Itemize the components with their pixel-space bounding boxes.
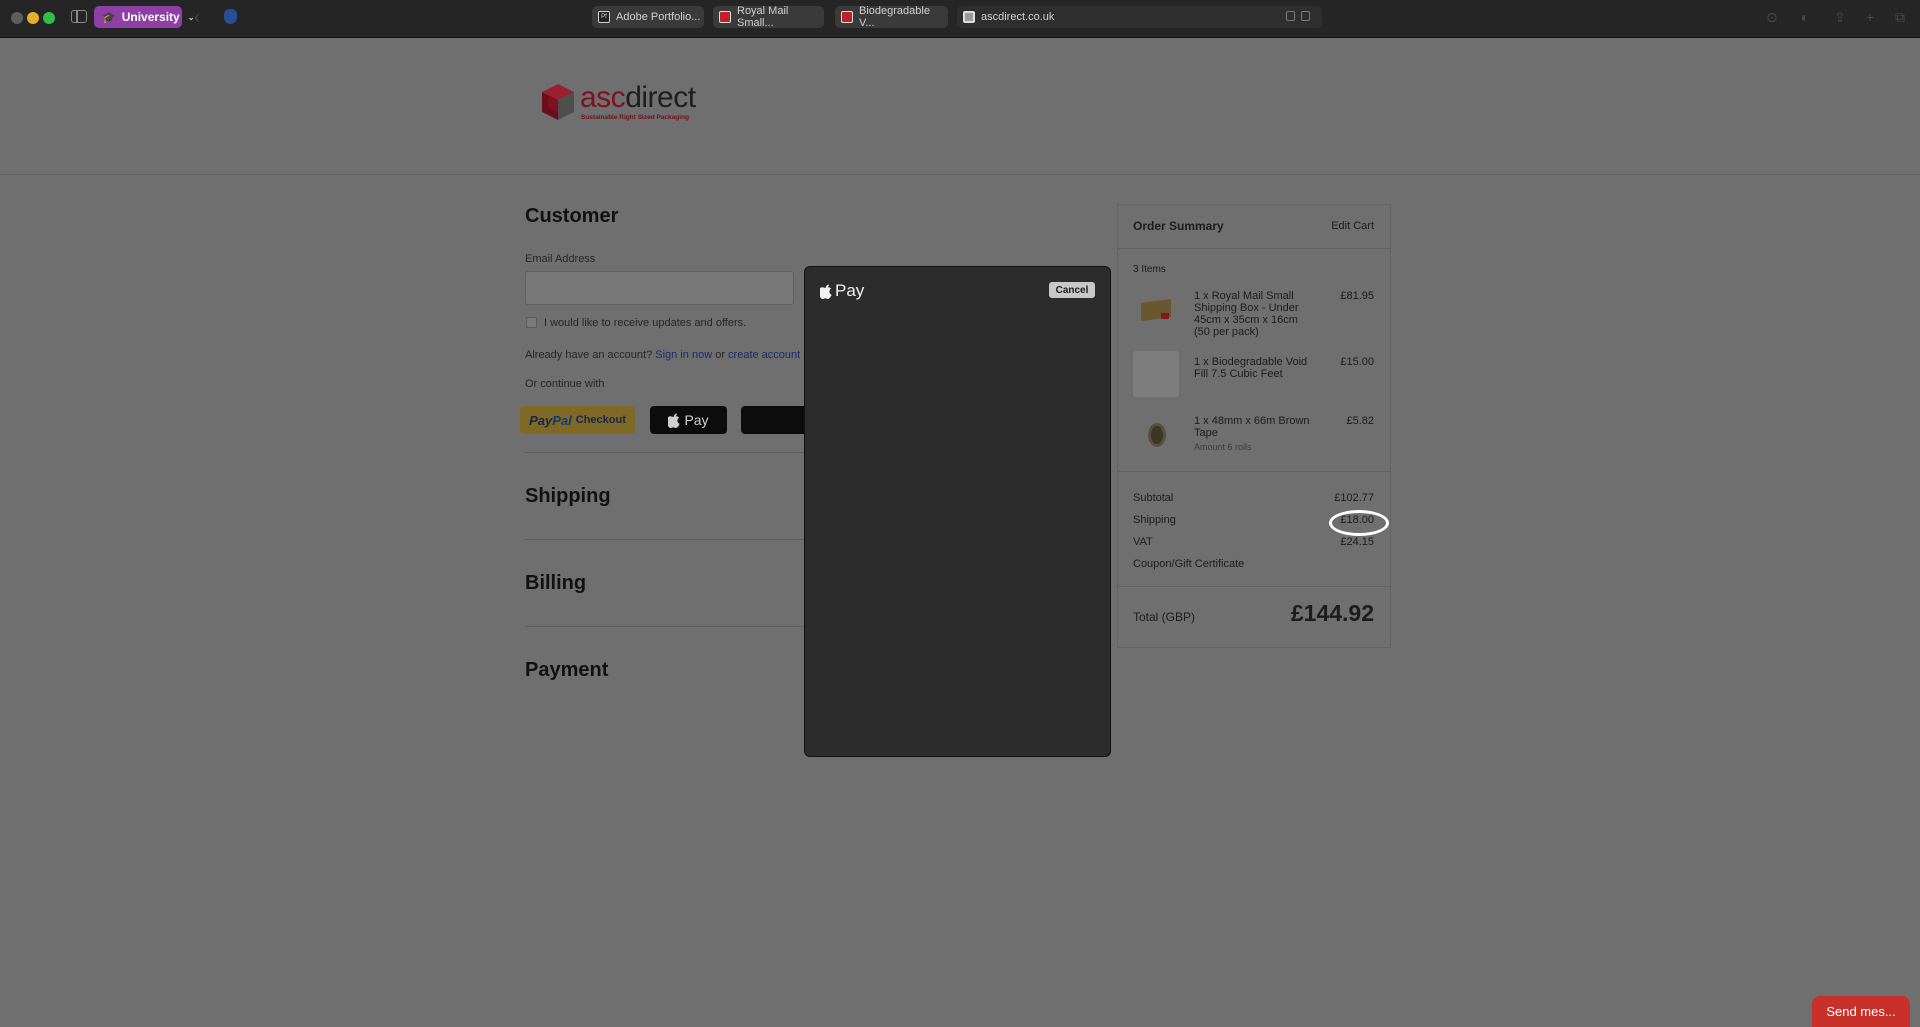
logo-cube-icon: [540, 82, 576, 122]
payment-heading[interactable]: Payment: [525, 659, 608, 682]
summary-divider: [1118, 586, 1390, 587]
send-message-chat-button[interactable]: Send mes...: [1812, 996, 1910, 1027]
order-summary-title: Order Summary: [1133, 219, 1224, 233]
item-price: £81.95: [1340, 290, 1374, 302]
downloads-icon[interactable]: ⊙: [1764, 9, 1780, 25]
shipping-highlight-circle: [1329, 510, 1389, 536]
section-divider: [525, 539, 805, 540]
billing-heading[interactable]: Billing: [525, 572, 586, 595]
window-close-button[interactable]: [11, 12, 23, 24]
customer-heading: Customer: [525, 205, 619, 227]
item-price: £5.82: [1346, 415, 1374, 427]
sidebar-toggle-icon[interactable]: [71, 10, 87, 23]
cancel-button[interactable]: Cancel: [1049, 282, 1095, 298]
item-price: £15.00: [1340, 356, 1374, 368]
google-pay-button[interactable]: [741, 406, 811, 434]
tab-biodegradable[interactable]: Biodegradable V...: [835, 5, 948, 29]
continue-with-label: Or continue with: [525, 378, 605, 390]
section-divider: [525, 452, 805, 453]
tab-label: Adobe Portfolio...: [616, 11, 701, 23]
royal-mail-favicon-icon: [841, 11, 853, 23]
create-account-link[interactable]: create account: [728, 349, 800, 361]
reader-icon[interactable]: [1301, 11, 1310, 21]
item-name: 1 x Royal Mail Small Shipping Box - Unde…: [1194, 290, 1299, 338]
profile-switcher[interactable]: 🎓 University ⌄: [94, 6, 194, 28]
graduation-cap-icon: 🎓: [102, 11, 116, 24]
apple-pay-title: Pay: [835, 281, 865, 300]
new-tab-icon[interactable]: +: [1862, 9, 1878, 25]
newsletter-checkbox[interactable]: [526, 317, 537, 328]
items-count: 3 Items: [1133, 264, 1166, 275]
item-name: 1 x 48mm x 66m Brown Tape: [1194, 415, 1310, 439]
or-text: or: [715, 349, 725, 361]
vat-label: VAT: [1133, 536, 1153, 548]
window-maximize-button[interactable]: [43, 12, 55, 24]
product-thumbnail-box: [1133, 287, 1179, 333]
item-option: Amount 6 rolls: [1194, 442, 1252, 452]
tab-label: Royal Mail Small...: [737, 5, 789, 29]
total-value: £144.92: [1290, 600, 1374, 626]
site-header: ascdirect Sustainable Right Sized Packag…: [0, 38, 1920, 175]
sign-in-link[interactable]: Sign in now: [655, 349, 712, 361]
product-thumbnail-void-fill: [1133, 351, 1179, 397]
ascdirect-favicon-icon: [963, 11, 975, 23]
summary-divider: [1118, 471, 1390, 472]
email-label: Email Address: [525, 253, 596, 265]
browser-titlebar: 🎓 University ⌄ ‹ Pf Adobe Portfolio... R…: [0, 0, 1920, 38]
paypal-checkout-button[interactable]: PayPal Checkout: [520, 406, 635, 434]
shipping-heading[interactable]: Shipping: [525, 485, 611, 508]
apple-pay-logo: Pay: [820, 281, 864, 301]
total-label: Total (GBP): [1133, 610, 1196, 624]
email-field[interactable]: [525, 271, 794, 305]
order-summary: Order Summary Edit Cart 3 Items 1 x Roya…: [1117, 204, 1391, 648]
royal-mail-favicon-icon: [719, 11, 731, 23]
tab-royal-mail[interactable]: Royal Mail Small...: [713, 5, 824, 29]
apple-icon: [820, 284, 832, 299]
account-prefix: Already have an account?: [525, 349, 653, 361]
newsletter-label: I would like to receive updates and offe…: [544, 317, 747, 329]
translate-icon[interactable]: [1286, 11, 1295, 21]
subtotal-label: Subtotal: [1133, 492, 1174, 504]
coupon-link[interactable]: Coupon/Gift Certificate: [1133, 558, 1244, 570]
section-divider: [525, 626, 805, 627]
subtotal-value: £102.77: [1334, 492, 1374, 504]
paypal-checkout-label: Checkout: [575, 414, 626, 426]
back-arrow-icon[interactable]: ‹: [194, 7, 200, 28]
tab-ascdirect[interactable]: ascdirect.co.uk: [957, 6, 1322, 28]
tab-overview-icon[interactable]: ⧉: [1892, 9, 1908, 25]
logo-tagline: Sustainable Right Sized Packaging: [581, 114, 689, 121]
apple-pay-button[interactable]: Pay: [650, 406, 727, 434]
edit-cart-link[interactable]: Edit Cart: [1331, 220, 1374, 232]
window-minimize-button[interactable]: [27, 12, 39, 24]
tab-label: Biodegradable V...: [859, 5, 930, 29]
tab-label: ascdirect.co.uk: [981, 11, 1055, 23]
site-logo[interactable]: ascdirect Sustainable Right Sized Packag…: [540, 82, 696, 122]
logo-word-asc: asc: [580, 81, 626, 114]
appearance-icon[interactable]: ◐: [1797, 9, 1813, 25]
shipping-cost-label: Shipping: [1133, 514, 1176, 526]
apple-icon: [668, 413, 681, 428]
item-name: 1 x Biodegradable Void Fill 7.5 Cubic Fe…: [1194, 356, 1308, 380]
share-icon[interactable]: ⇪: [1832, 9, 1848, 25]
paypal-logo-icon: PayPal: [529, 412, 572, 428]
product-thumbnail-tape: [1133, 413, 1179, 459]
logo-word-direct: direct: [625, 81, 696, 114]
tab-adobe-portfolio[interactable]: Pf Adobe Portfolio...: [592, 6, 704, 28]
apple-pay-label: Pay: [684, 412, 709, 428]
profile-label: University: [121, 10, 180, 24]
adobe-favicon-icon: Pf: [598, 11, 610, 23]
privacy-shield-icon[interactable]: [224, 9, 237, 24]
account-prompt: Already have an account? Sign in now or …: [525, 349, 800, 361]
apple-pay-modal: Pay Cancel: [804, 266, 1111, 757]
summary-divider: [1118, 248, 1390, 249]
vat-value: £24.15: [1340, 536, 1374, 548]
